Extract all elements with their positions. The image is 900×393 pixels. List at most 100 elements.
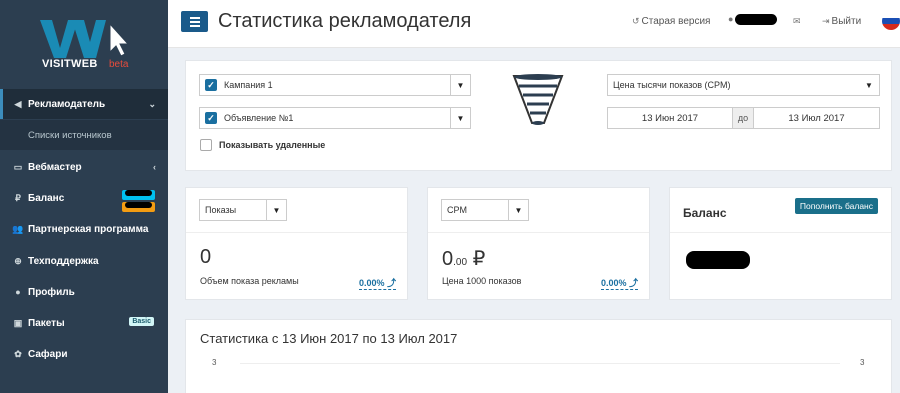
- sidebar-item-source-lists[interactable]: Списки источников: [0, 120, 168, 150]
- campaign-value: Кампания 1: [224, 80, 273, 90]
- impressions-select[interactable]: Показы ▼: [199, 199, 287, 221]
- balance-badges: [122, 188, 155, 212]
- cpm-value-dec: .00: [453, 257, 468, 268]
- campaign-check-icon: ✓: [205, 79, 217, 91]
- cpm-pct-value: 0.00%: [601, 278, 627, 288]
- metric-select[interactable]: Цена тысячи показов (CPM) ▼: [607, 74, 880, 96]
- impressions-select-value: Показы: [205, 205, 237, 215]
- caret-down-icon: ▼: [865, 80, 873, 90]
- language-flag-icon[interactable]: [882, 12, 900, 30]
- sidebar-item-label: Профиль: [28, 286, 75, 298]
- username-redacted: [735, 14, 778, 25]
- sidebar-item-webmaster[interactable]: ▭ Вебмастер ‹: [0, 152, 168, 182]
- chevron-left-icon: ‹: [153, 162, 156, 172]
- top-up-balance-button[interactable]: Пополнить баланс: [794, 198, 878, 214]
- impressions-value: 0: [200, 246, 212, 268]
- sidebar-item-label: Рекламодатель: [28, 98, 106, 110]
- date-from-input[interactable]: 13 Июн 2017: [607, 107, 733, 129]
- user-icon: ●: [728, 14, 734, 25]
- cpm-value-int: 0: [442, 248, 454, 270]
- sidebar-item-label: Техподдержка: [28, 255, 99, 267]
- header: Статистика рекламодателя ↺ Старая версия …: [168, 0, 900, 48]
- cpm-pct[interactable]: 0.00% ⤴: [601, 276, 639, 290]
- megaphone-icon: ◀: [14, 98, 22, 109]
- caret-down-icon: ▼: [450, 108, 470, 128]
- trend-up-icon: ⤴: [387, 278, 397, 288]
- ad-value: Объявление №1: [224, 113, 294, 123]
- checkbox-icon: [200, 139, 212, 151]
- impressions-label: Объем показа рекламы: [200, 276, 299, 286]
- messages-link[interactable]: ✉: [793, 16, 803, 27]
- ad-select[interactable]: ✓ Объявление №1 ▼: [199, 107, 471, 129]
- sidebar-item-label: Партнерская программа: [28, 223, 149, 235]
- user-icon: ●: [15, 287, 21, 297]
- balance-card: Баланс Пополнить баланс: [669, 187, 892, 300]
- old-version-link[interactable]: ↺ Старая версия: [632, 16, 710, 27]
- trend-up-icon: ⤴: [629, 278, 639, 288]
- history-icon: ↺: [632, 16, 640, 26]
- sidebar-item-label: Вебмастер: [28, 161, 82, 173]
- impressions-card: Показы ▼ 0 Объем показа рекламы 0.00% ⤴: [185, 187, 408, 300]
- sidebar-item-balance[interactable]: ₽ Баланс: [0, 183, 168, 213]
- sidebar-item-label: Списки источников: [28, 129, 112, 141]
- cpm-label: Цена 1000 показов: [442, 276, 522, 286]
- package-badge: Basic: [129, 317, 154, 326]
- lifebuoy-icon: ⊕: [14, 255, 22, 266]
- stats-title: Статистика с 13 Июн 2017 по 13 Июл 2017: [200, 331, 458, 346]
- grid-line: [240, 363, 840, 364]
- date-separator: до: [733, 107, 753, 129]
- cpm-card: CPM ▼ 0.00 ₽ Цена 1000 показов 0.00% ⤴: [427, 187, 650, 300]
- ruble-icon: ₽: [15, 192, 21, 203]
- show-deleted-checkbox[interactable]: Показывать удаленные: [200, 139, 325, 151]
- impressions-pct[interactable]: 0.00% ⤴: [359, 276, 397, 290]
- divider: [186, 232, 407, 233]
- caret-down-icon: ▼: [266, 200, 286, 220]
- briefcase-icon: ▣: [13, 317, 23, 328]
- old-version-label: Старая версия: [641, 16, 711, 27]
- sidebar-item-label: Пакеты: [28, 317, 65, 329]
- date-to-input[interactable]: 13 Июл 2017: [753, 107, 880, 129]
- chevron-down-icon: ⌄: [148, 98, 156, 109]
- divider: [670, 232, 891, 233]
- sidebar-item-partner[interactable]: 👥 Партнерская программа: [0, 214, 168, 244]
- campaign-select[interactable]: ✓ Кампания 1 ▼: [199, 74, 471, 96]
- ad-check-icon: ✓: [205, 112, 217, 124]
- sidebar: VISITWEB beta ◀ Рекламодатель ⌄ Списки и…: [0, 0, 168, 393]
- caret-down-icon: ▼: [450, 75, 470, 95]
- ruble-sign: ₽: [472, 248, 486, 270]
- monitor-icon: ▭: [13, 161, 23, 172]
- menu-toggle-button[interactable]: [181, 11, 208, 32]
- sidebar-item-label: Баланс: [28, 192, 65, 204]
- logo-beta: beta: [109, 59, 129, 70]
- metric-value: Цена тысячи показов (CPM): [613, 80, 731, 90]
- sidebar-item-packages[interactable]: ▣ Пакеты Basic: [0, 308, 168, 338]
- y-axis-left-label: 3: [212, 358, 217, 367]
- impressions-pct-value: 0.00%: [359, 278, 385, 288]
- funnel-icon: [512, 74, 564, 125]
- logo-text: VISITWEB: [42, 58, 98, 70]
- logout-label: Выйти: [831, 16, 862, 27]
- caret-down-icon: ▼: [508, 200, 528, 220]
- cpm-select-value: CPM: [447, 205, 467, 215]
- logo[interactable]: VISITWEB beta: [0, 0, 168, 86]
- envelope-icon: ✉: [793, 16, 801, 26]
- y-axis-right-label: 3: [860, 358, 865, 367]
- sidebar-item-profile[interactable]: ● Профиль: [0, 277, 168, 307]
- balance-value-redacted: [686, 251, 750, 269]
- filter-panel: ✓ Кампания 1 ▼ ✓ Объявление №1 ▼ Показыв…: [185, 60, 892, 171]
- sidebar-item-label: Сафари: [28, 348, 68, 360]
- divider: [428, 232, 649, 233]
- cpm-select[interactable]: CPM ▼: [441, 199, 529, 221]
- cpm-value: 0.00 ₽: [442, 246, 485, 271]
- user-menu[interactable]: ●: [728, 14, 778, 25]
- sidebar-item-advertiser[interactable]: ◀ Рекламодатель ⌄: [0, 89, 168, 119]
- paw-icon: ✿: [14, 348, 22, 359]
- logout-icon: ⇥: [822, 16, 830, 26]
- show-deleted-label: Показывать удаленные: [219, 140, 326, 150]
- logo-mark: [40, 20, 130, 58]
- sidebar-item-support[interactable]: ⊕ Техподдержка: [0, 246, 168, 276]
- balance-title: Баланс: [683, 206, 727, 220]
- sidebar-item-safari[interactable]: ✿ Сафари: [0, 339, 168, 369]
- logout-link[interactable]: ⇥ Выйти: [822, 16, 861, 27]
- users-icon: 👥: [12, 223, 24, 234]
